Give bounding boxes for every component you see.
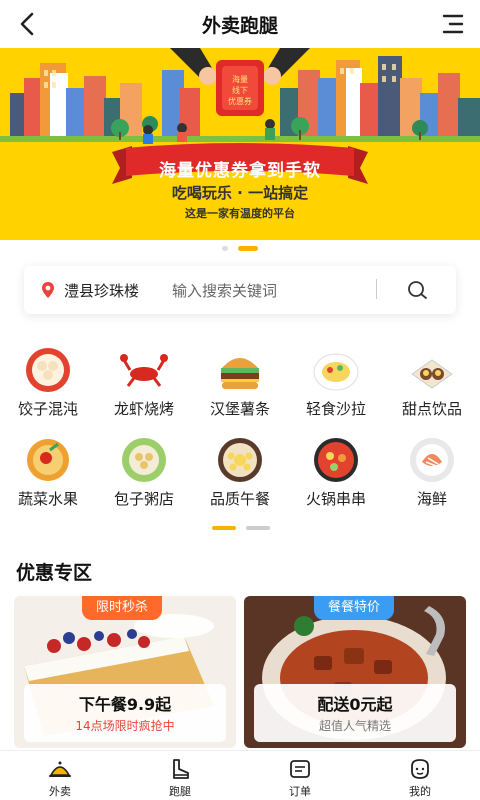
top-bar: 外卖跑腿: [0, 0, 480, 48]
category-label: 汉堡薯条: [209, 400, 270, 418]
search-input[interactable]: 输入搜索关键词: [172, 280, 277, 301]
category-item[interactable]: 饺子混沌: [0, 346, 96, 436]
search-bar[interactable]: 澧县珍珠楼 输入搜索关键词: [24, 266, 456, 314]
order-icon: [290, 760, 310, 778]
menu-icon[interactable]: [440, 11, 466, 37]
nav-label: 跑腿: [169, 785, 191, 798]
page-title: 外卖跑腿: [201, 15, 278, 37]
dessert-icon: [411, 359, 453, 389]
flash-sale-tag: 限时秒杀: [82, 596, 163, 620]
promo-subtext: 超值人气精选: [318, 719, 391, 733]
nav-label: 订单: [289, 785, 311, 798]
fruit-icon: [27, 439, 69, 481]
banner-sub-slogan: 这是一家有温度的平台: [185, 207, 295, 220]
promo-headline: 下午餐9.9起: [78, 695, 172, 714]
errand-icon: [173, 759, 189, 779]
category-item[interactable]: 蔬菜水果: [0, 436, 96, 526]
nav-label: 外卖: [49, 785, 71, 798]
promo-subtext: 14点场限时疯抢中: [75, 719, 175, 733]
banner-dot-active[interactable]: [238, 246, 258, 251]
category-label: 品质午餐: [209, 490, 270, 508]
category-item[interactable]: 汉堡薯条: [192, 346, 288, 436]
search-divider: [376, 279, 377, 299]
location-pin-icon: [42, 282, 54, 298]
category-page-indicator[interactable]: [246, 526, 270, 530]
category-item[interactable]: 轻食沙拉: [288, 346, 384, 436]
category-label: 龙虾烧烤: [113, 400, 174, 418]
takeout-icon: [49, 761, 71, 777]
bun-icon: [122, 438, 166, 482]
salad-icon: [313, 353, 359, 391]
bottom-nav: 外卖 跑腿 订单 我的: [0, 750, 480, 800]
burger-icon: [221, 358, 259, 389]
category-label: 包子粥店: [113, 490, 174, 508]
current-location[interactable]: 澧县珍珠楼: [64, 280, 139, 301]
category-item[interactable]: 包子粥店: [96, 436, 192, 526]
promo-banner[interactable]: 海量 线下 优惠券 海量优惠券拿到手软 吃喝玩乐 · 一站搞定 这是一家有温度的…: [0, 48, 480, 240]
hotpot-icon: [314, 438, 358, 482]
seafood-icon: [410, 438, 454, 482]
category-item[interactable]: 龙虾烧烤: [96, 346, 192, 436]
category-label: 蔬菜水果: [17, 490, 78, 508]
nav-item-takeout[interactable]: 外卖: [0, 755, 120, 799]
category-label: 海鲜: [416, 490, 447, 508]
category-item[interactable]: 海鲜: [384, 436, 480, 526]
svg-text:优惠券: 优惠券: [228, 96, 252, 106]
promo-card-flash-sale[interactable]: 限时秒杀 下午餐9.9起 14点场限时疯抢中: [14, 596, 236, 748]
promo-headline: 配送0元起: [317, 695, 393, 714]
category-item[interactable]: 品质午餐: [192, 436, 288, 526]
category-label: 甜点饮品: [401, 400, 462, 418]
nav-item-errand[interactable]: 跑腿: [120, 755, 240, 799]
category-page-indicator-active[interactable]: [212, 526, 236, 530]
category-label: 轻食沙拉: [305, 400, 366, 418]
banner-slogan: 吃喝玩乐 · 一站搞定: [171, 184, 309, 202]
category-item[interactable]: 火锅串串: [288, 436, 384, 526]
category-label: 饺子混沌: [17, 400, 78, 418]
banner-pagination: [0, 246, 480, 254]
svg-text:海量: 海量: [232, 74, 248, 84]
lobster-icon: [120, 354, 168, 387]
banner-ribbon-text: 海量优惠券拿到手软: [159, 161, 321, 181]
promo-card-daily-special[interactable]: 餐餐特价 配送0元起 超值人气精选: [244, 596, 466, 748]
promo-section-title: 优惠专区: [16, 562, 93, 584]
category-item[interactable]: 甜点饮品: [384, 346, 480, 436]
dumpling-icon: [26, 348, 70, 392]
daily-special-tag: 餐餐特价: [314, 596, 395, 620]
search-icon[interactable]: [406, 279, 428, 301]
category-label: 火锅串串: [305, 490, 366, 508]
svg-text:线下: 线下: [232, 85, 248, 95]
nav-item-orders[interactable]: 订单: [240, 755, 360, 799]
promo-info-panel: 配送0元起 超值人气精选: [254, 684, 456, 742]
banner-dot[interactable]: [222, 246, 228, 251]
profile-icon: [411, 759, 429, 779]
promo-info-panel: 下午餐9.9起 14点场限时疯抢中: [24, 684, 226, 742]
lunch-icon: [218, 438, 262, 482]
nav-label: 我的: [409, 785, 431, 798]
nav-item-profile[interactable]: 我的: [360, 755, 480, 799]
